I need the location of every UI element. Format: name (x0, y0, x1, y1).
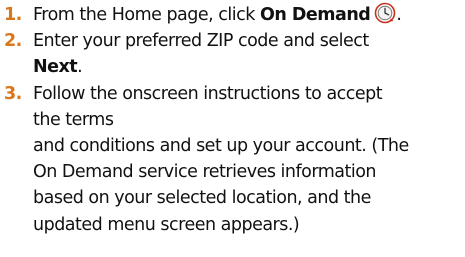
step-line: From the Home page, click On Demand . (33, 2, 459, 28)
step-number: 2. (4, 31, 22, 52)
step-text: Follow the onscreen instructions to acce… (33, 81, 459, 238)
step-line: Follow the onscreen instructions to acce… (33, 83, 383, 104)
step-text: From the Home page, click On Demand . (33, 2, 459, 28)
step-text-part: . (77, 57, 83, 78)
step-text: Enter your preferred ZIP code and select… (33, 28, 459, 80)
step-text-part: . (396, 5, 402, 25)
step-2: 2. Enter your preferred ZIP code and sel… (4, 28, 459, 80)
step-1: 1. From the Home page, click On Demand . (4, 2, 459, 28)
step-line: based on your selected location, and the (33, 188, 371, 209)
step-line: Next. (33, 54, 459, 80)
step-line: and conditions and set up your account. … (33, 136, 409, 157)
on-demand-clock-icon (374, 2, 396, 24)
step-number: 3. (4, 83, 22, 104)
step-line: Enter your preferred ZIP code and select (33, 31, 369, 52)
on-demand-label: On Demand (259, 5, 371, 25)
step-text-part: From the Home page, click (33, 5, 260, 25)
step-3: 3. Follow the onscreen instructions to a… (4, 81, 459, 238)
step-line: On Demand service retrieves information (33, 162, 377, 183)
step-line: updated menu screen appears.) (33, 214, 300, 235)
step-number: 1. (4, 5, 22, 25)
step-line: the terms (33, 109, 114, 130)
instruction-steps: 1. From the Home page, click On Demand .… (4, 2, 459, 238)
next-label: Next (33, 57, 78, 78)
